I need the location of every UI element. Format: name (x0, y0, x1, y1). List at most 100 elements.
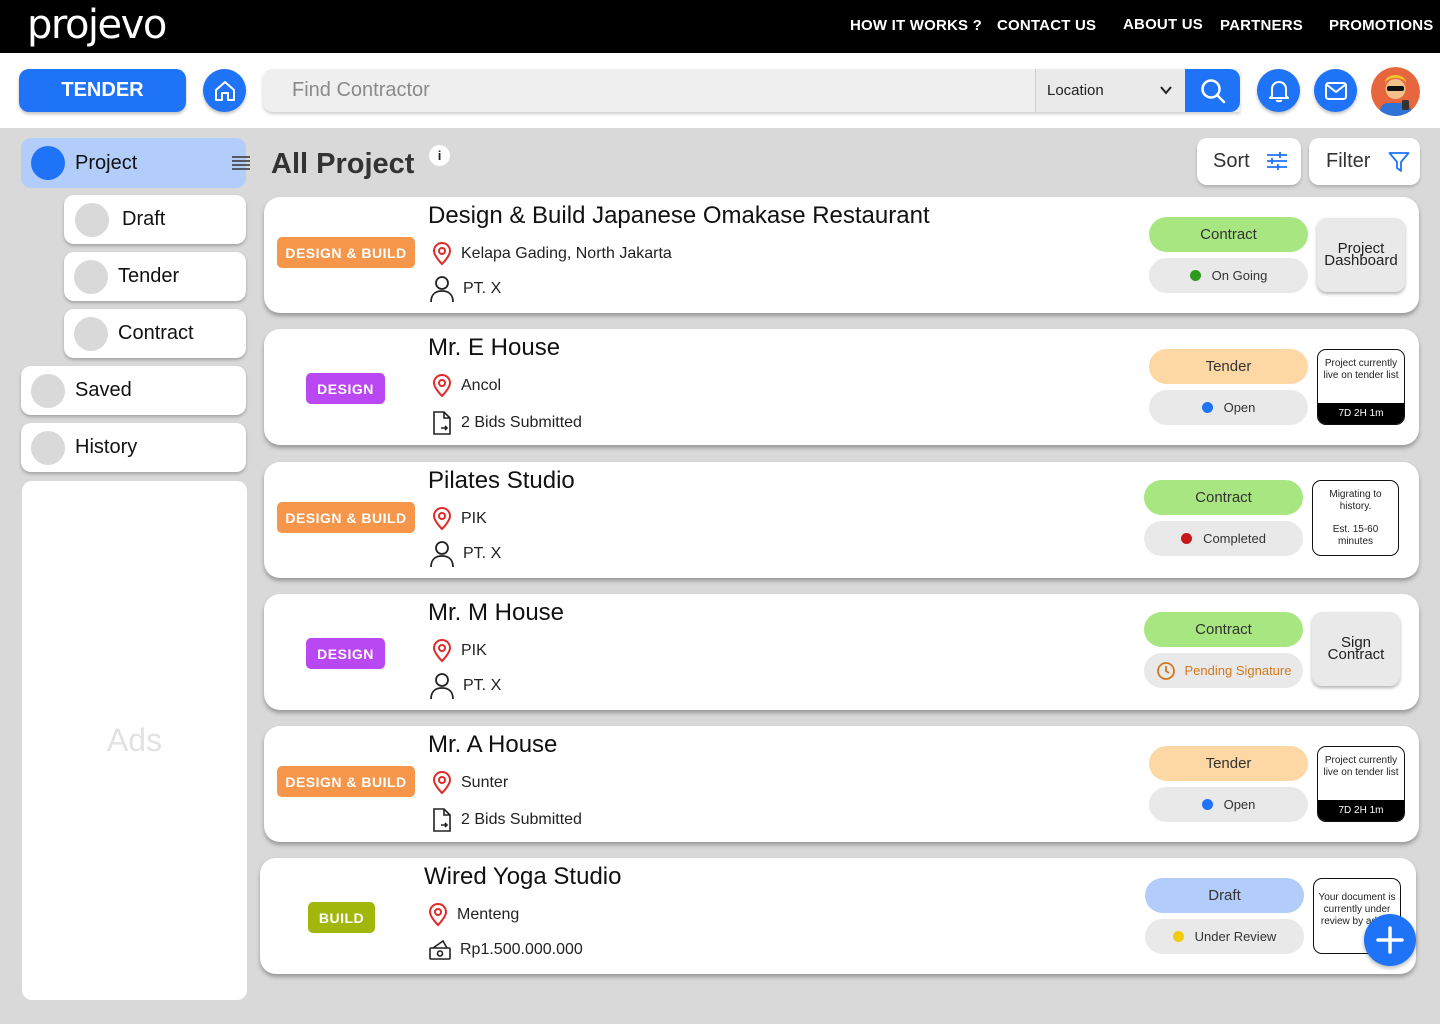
status-text: Open (1223, 797, 1256, 812)
status-text: Under Review (1194, 929, 1277, 944)
project-title[interactable]: Pilates Studio (428, 467, 575, 495)
project-dashboard-button[interactable]: Project Dashboard (1317, 218, 1405, 292)
project-card[interactable]: DESIGN & BUILD Pilates Studio PIK PT. X … (264, 462, 1419, 578)
project-detail: 2 Bids Submitted (431, 808, 582, 832)
sidebar-item-project[interactable]: Project (21, 138, 250, 188)
tender-button[interactable]: TENDER (19, 69, 186, 112)
sidebar-item-history[interactable]: History (21, 423, 246, 472)
project-title[interactable]: Mr. E House (428, 334, 560, 362)
project-title[interactable]: Design & Build Japanese Omakase Restaura… (428, 202, 930, 230)
nav-promotions[interactable]: PROMOTIONS (1329, 17, 1434, 34)
project-type-tag: DESIGN & BUILD (277, 237, 415, 268)
sidebar-item-label: Saved (75, 379, 132, 401)
nav-contact-us[interactable]: CONTACT US (997, 17, 1096, 34)
document-icon (433, 808, 451, 832)
detail-text: PT. X (463, 677, 502, 694)
tender-live-notice: Project currently live on tender list 7D… (1317, 349, 1405, 425)
project-title[interactable]: Mr. A House (428, 731, 557, 759)
status-pill: Open (1149, 390, 1308, 425)
home-button[interactable] (203, 69, 246, 112)
search-bar: Location (263, 69, 1240, 112)
nav-how-it-works[interactable]: HOW IT WORKS ? (850, 17, 982, 34)
location-pin-icon (432, 639, 452, 663)
person-icon (430, 276, 454, 303)
clock-icon (1156, 661, 1175, 680)
location-text: PIK (461, 642, 487, 659)
location-text: Menteng (457, 906, 520, 923)
avatar-image-icon (1371, 67, 1420, 116)
sidebar-item-label: Tender (118, 265, 180, 287)
project-location: PIK (431, 507, 487, 531)
project-type-tag: DESIGN & BUILD (277, 766, 415, 797)
brand-logo[interactable]: projevo (27, 2, 167, 48)
menu-lines-icon[interactable] (231, 155, 251, 171)
location-pin-icon (432, 242, 452, 266)
sidebar-dot (74, 316, 108, 351)
project-location: Menteng (427, 903, 519, 927)
status-pill: On Going (1149, 258, 1308, 293)
status-pill: Under Review (1145, 919, 1304, 954)
status-dot (1189, 270, 1201, 281)
chevron-down-icon (1160, 86, 1172, 95)
notice-text: Project currently live on tender list (1323, 755, 1399, 778)
user-avatar[interactable] (1371, 67, 1420, 116)
search-button[interactable] (1185, 69, 1240, 112)
project-card[interactable]: DESIGN Mr. M House PIK PT. X Contract Pe… (264, 594, 1419, 710)
filter-button[interactable]: Filter (1309, 138, 1420, 185)
sidebar-subitem-draft[interactable]: Draft (64, 195, 246, 244)
location-text: PIK (461, 510, 487, 527)
location-select-label: Location (1047, 82, 1104, 99)
nav-about-us[interactable]: ABOUT US (1123, 16, 1203, 33)
ads-label: Ads (106, 722, 163, 758)
sort-button[interactable]: Sort (1197, 138, 1301, 185)
money-icon (429, 939, 451, 960)
project-detail: Rp1.500.000.000 (428, 939, 583, 961)
project-card[interactable]: DESIGN & BUILD Mr. A House Sunter 2 Bids… (264, 726, 1419, 842)
project-type-tag: BUILD (308, 902, 375, 933)
status-text: Open (1223, 400, 1256, 415)
status-dot (1181, 533, 1193, 544)
sidebar-item-label: History (75, 436, 138, 458)
stage-pill: Draft (1145, 878, 1304, 913)
sidebar-dot (74, 259, 108, 294)
funnel-icon (1388, 152, 1410, 172)
status-text: On Going (1211, 268, 1268, 283)
project-location: PIK (431, 639, 487, 663)
search-input[interactable] (263, 69, 1035, 112)
project-title[interactable]: Mr. M House (428, 599, 564, 627)
project-title[interactable]: Wired Yoga Studio (424, 863, 621, 891)
info-icon[interactable]: i (429, 145, 450, 166)
status-pill: Open (1149, 787, 1308, 822)
project-location: Ancol (431, 374, 501, 398)
location-pin-icon (432, 374, 452, 398)
messages-button[interactable] (1314, 69, 1357, 112)
sidebar-dot (31, 373, 65, 408)
sidebar-subitem-contract[interactable]: Contract (64, 309, 246, 358)
project-type-tag: DESIGN & BUILD (277, 502, 415, 533)
project-card[interactable]: BUILD Wired Yoga Studio Menteng Rp1.500.… (260, 858, 1416, 974)
location-pin-icon (432, 507, 452, 531)
sign-contract-button[interactable]: Sign Contract (1312, 612, 1400, 686)
ads-panel[interactable]: Ads (22, 481, 247, 1000)
add-project-button[interactable] (1364, 914, 1416, 966)
project-card[interactable]: DESIGN Mr. E House Ancol 2 Bids Submitte… (264, 329, 1419, 445)
sliders-icon (1267, 152, 1287, 170)
project-card[interactable]: DESIGN & BUILD Design & Build Japanese O… (264, 197, 1419, 313)
filter-label: Filter (1326, 150, 1371, 172)
location-pin-icon (432, 771, 452, 795)
notifications-button[interactable] (1257, 69, 1300, 112)
status-dot (1201, 402, 1213, 413)
detail-text: 2 Bids Submitted (461, 414, 582, 431)
project-detail: PT. X (429, 540, 501, 568)
person-icon (430, 673, 454, 700)
project-detail: PT. X (429, 672, 501, 700)
location-text: Kelapa Gading, North Jakarta (461, 245, 672, 262)
nav-partners[interactable]: PARTNERS (1220, 17, 1303, 34)
stage-pill: Contract (1149, 217, 1308, 252)
page-title: All Project (271, 148, 415, 180)
project-detail: PT. X (429, 275, 501, 303)
sidebar-subitem-tender[interactable]: Tender (64, 252, 246, 301)
sidebar-item-saved[interactable]: Saved (21, 366, 246, 415)
top-navigation: projevo HOW IT WORKS ? CONTACT US ABOUT … (0, 0, 1440, 53)
location-select[interactable]: Location (1035, 69, 1185, 112)
